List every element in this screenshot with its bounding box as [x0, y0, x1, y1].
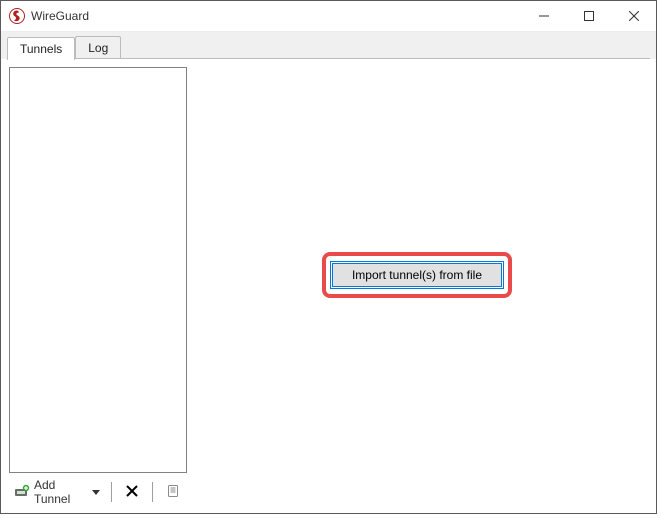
export-tunnels-button[interactable] — [159, 481, 187, 503]
window-title: WireGuard — [31, 9, 89, 23]
window-controls — [521, 1, 656, 31]
tunnel-list[interactable] — [9, 67, 187, 473]
annotation-highlight: Import tunnel(s) from file — [322, 252, 512, 298]
wireguard-icon — [9, 8, 25, 24]
add-tunnel-label: Add Tunnel — [34, 478, 86, 506]
delete-tunnel-button[interactable] — [118, 481, 146, 503]
minimize-button[interactable] — [521, 1, 566, 31]
add-tunnel-icon — [14, 484, 30, 501]
export-icon — [166, 484, 180, 501]
tabstrip: Tunnels Log — [1, 32, 656, 59]
tab-log[interactable]: Log — [75, 36, 121, 59]
toolbar-separator-2 — [152, 482, 153, 502]
titlebar: WireGuard — [1, 1, 656, 32]
import-tunnels-label: Import tunnel(s) from file — [352, 268, 482, 282]
tab-tunnels[interactable]: Tunnels — [7, 37, 75, 60]
toolbar-separator — [111, 482, 112, 502]
content-area: Add Tunnel — [1, 59, 656, 513]
maximize-button[interactable] — [566, 1, 611, 31]
import-tunnels-button[interactable]: Import tunnel(s) from file — [332, 263, 502, 287]
tunnel-toolbar: Add Tunnel — [9, 479, 187, 505]
menubar-area: Tunnels Log — [1, 32, 656, 58]
close-button[interactable] — [611, 1, 656, 31]
chevron-down-icon — [92, 485, 100, 499]
right-pane: Import tunnel(s) from file — [187, 67, 648, 505]
x-icon — [126, 485, 138, 500]
app-window: WireGuard Tunnels Log — [0, 0, 657, 514]
add-tunnel-button[interactable]: Add Tunnel — [9, 480, 105, 504]
left-pane: Add Tunnel — [9, 67, 187, 505]
